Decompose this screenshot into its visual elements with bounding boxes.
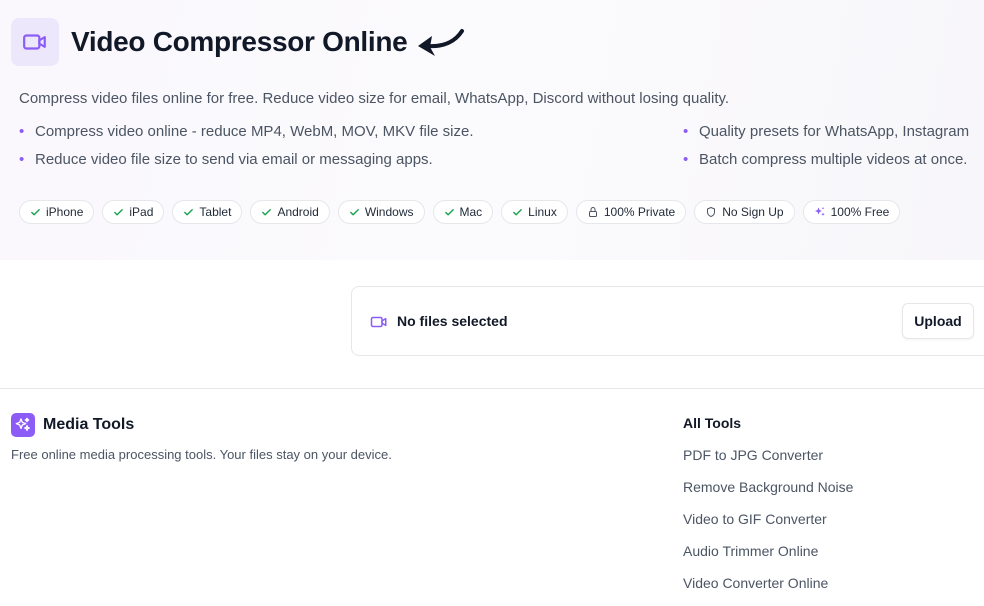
upload-card: No files selected Upload [351, 286, 984, 356]
page-subtitle: Compress video files online for free. Re… [19, 90, 730, 107]
link-remove-background-noise[interactable]: Remove Background Noise [683, 478, 853, 510]
badge-linux: Linux [501, 200, 568, 224]
bullet-icon: • [19, 151, 25, 168]
arrow-icon [418, 29, 465, 56]
check-icon [349, 208, 359, 215]
check-icon [184, 208, 194, 215]
link-video-converter[interactable]: Video Converter Online [683, 574, 853, 606]
badge-windows: Windows [337, 200, 425, 224]
video-camera-icon [370, 316, 387, 328]
bullet-icon: • [683, 123, 689, 140]
check-icon [262, 208, 272, 215]
platform-badges: iPhone iPad Tablet Android Windows Mac L… [19, 200, 901, 224]
bullet-icon: • [683, 151, 689, 168]
check-icon [444, 208, 454, 215]
check-icon [114, 208, 124, 215]
badge-no-signup: No Sign Up [694, 200, 795, 224]
link-audio-trimmer[interactable]: Audio Trimmer Online [683, 542, 853, 574]
footer-links: All Tools PDF to JPG Converter Remove Ba… [683, 415, 853, 606]
lock-icon [588, 207, 597, 217]
sparkles-icon [814, 207, 825, 216]
all-tools-heading: All Tools [683, 415, 742, 431]
brand-name: Media Tools [43, 416, 135, 433]
badge-iphone: iPhone [19, 200, 95, 224]
badge-android: Android [250, 200, 330, 224]
check-icon [513, 208, 523, 215]
feature-item: • Batch compress multiple videos at once. [683, 151, 968, 168]
feature-item: • Compress video online - reduce MP4, Web… [19, 123, 474, 140]
feature-item: • Reduce video file size to send via emai… [19, 151, 433, 168]
footer-description: Free online media processing tools. Your… [11, 447, 392, 462]
bullet-icon: • [19, 123, 25, 140]
sparkles-icon [11, 413, 35, 437]
link-video-to-gif[interactable]: Video to GIF Converter [683, 510, 853, 542]
feature-item: • Quality presets for WhatsApp, Instagram [683, 123, 970, 140]
feature-list-right: • Quality presets for WhatsApp, Instagram… [683, 122, 984, 178]
title-row: Video Compressor Online [11, 18, 465, 66]
shield-icon [707, 207, 716, 217]
footer-divider [0, 388, 984, 389]
footer-brand: Media Tools [11, 413, 134, 437]
badge-private: 100% Private [575, 200, 687, 224]
hero-section: Video Compressor Online Compress video f… [0, 0, 984, 260]
badge-ipad: iPad [102, 200, 165, 224]
upload-status: No files selected [397, 313, 508, 329]
link-pdf-to-jpg[interactable]: PDF to JPG Converter [683, 446, 853, 478]
badge-tablet: Tablet [172, 200, 243, 224]
feature-list-left: • Compress video online - reduce MP4, Web… [19, 122, 474, 178]
badge-mac: Mac [432, 200, 494, 224]
upload-button[interactable]: Upload [902, 303, 974, 339]
page-title: Video Compressor Online [71, 26, 408, 57]
badge-free: 100% Free [802, 200, 901, 224]
video-camera-icon [11, 18, 59, 66]
check-icon [31, 208, 40, 215]
